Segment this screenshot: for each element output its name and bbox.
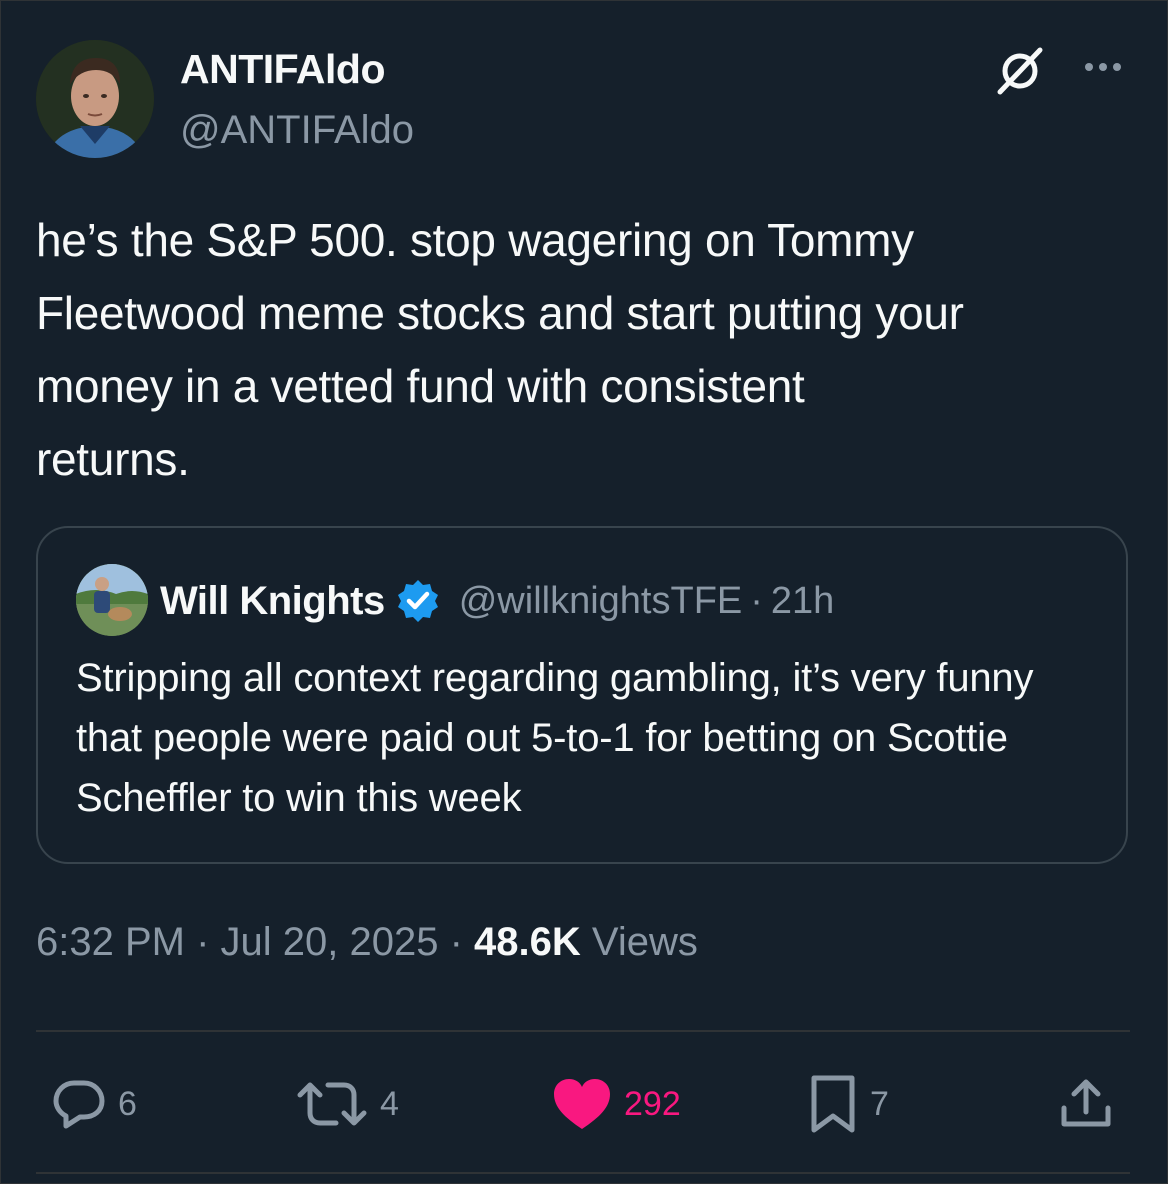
tweet-time[interactable]: 6:32 PM: [36, 920, 185, 964]
divider: [36, 1172, 1130, 1174]
quote-author-avatar[interactable]: [76, 564, 148, 636]
author-display-name[interactable]: ANTIFAldo: [180, 46, 386, 93]
divider: [36, 1030, 1130, 1032]
views-label: Views: [580, 920, 698, 964]
author-handle[interactable]: @ANTIFAldo: [180, 108, 414, 153]
bookmark-icon: [811, 1075, 855, 1133]
reply-count: 6: [118, 1084, 137, 1123]
quote-separator: ·: [750, 579, 763, 622]
verified-icon: [395, 578, 441, 624]
meta-separator: ·: [438, 920, 475, 964]
bookmark-button[interactable]: 7: [808, 1072, 889, 1136]
author-avatar[interactable]: [36, 40, 154, 158]
quote-header: Will Knights @willknightsTFE · 21h: [160, 576, 834, 626]
quote-timestamp[interactable]: 21h: [771, 580, 834, 623]
grok-icon[interactable]: [994, 44, 1046, 96]
meta-separator: ·: [184, 920, 221, 964]
share-icon: [1061, 1079, 1111, 1127]
reply-icon: [53, 1080, 105, 1129]
bookmark-count: 7: [870, 1084, 889, 1123]
quote-author-handle[interactable]: @willknightsTFE: [459, 580, 743, 623]
reply-button[interactable]: 6: [52, 1072, 137, 1136]
quote-author-name[interactable]: Will Knights: [160, 579, 385, 624]
quote-text: Stripping all context regarding gambling…: [76, 656, 1034, 820]
tweet-meta: 6:32 PM · Jul 20, 2025 · 48.6K Views: [36, 920, 698, 976]
share-button[interactable]: [1058, 1072, 1114, 1136]
tweet-date[interactable]: Jul 20, 2025: [221, 920, 439, 964]
tweet-text: he’s the S&P 500. stop wagering on Tommy…: [36, 214, 964, 485]
more-icon[interactable]: [1078, 52, 1128, 82]
views-count: 48.6K: [474, 920, 581, 964]
repost-button[interactable]: 4: [296, 1072, 399, 1136]
repost-count: 4: [380, 1084, 399, 1123]
quote-tweet-card[interactable]: Will Knights @willknightsTFE · 21h Strip…: [36, 526, 1128, 864]
like-button[interactable]: 292: [552, 1072, 681, 1136]
like-count: 292: [624, 1084, 681, 1123]
repost-icon: [297, 1082, 367, 1126]
like-icon: [554, 1079, 610, 1129]
